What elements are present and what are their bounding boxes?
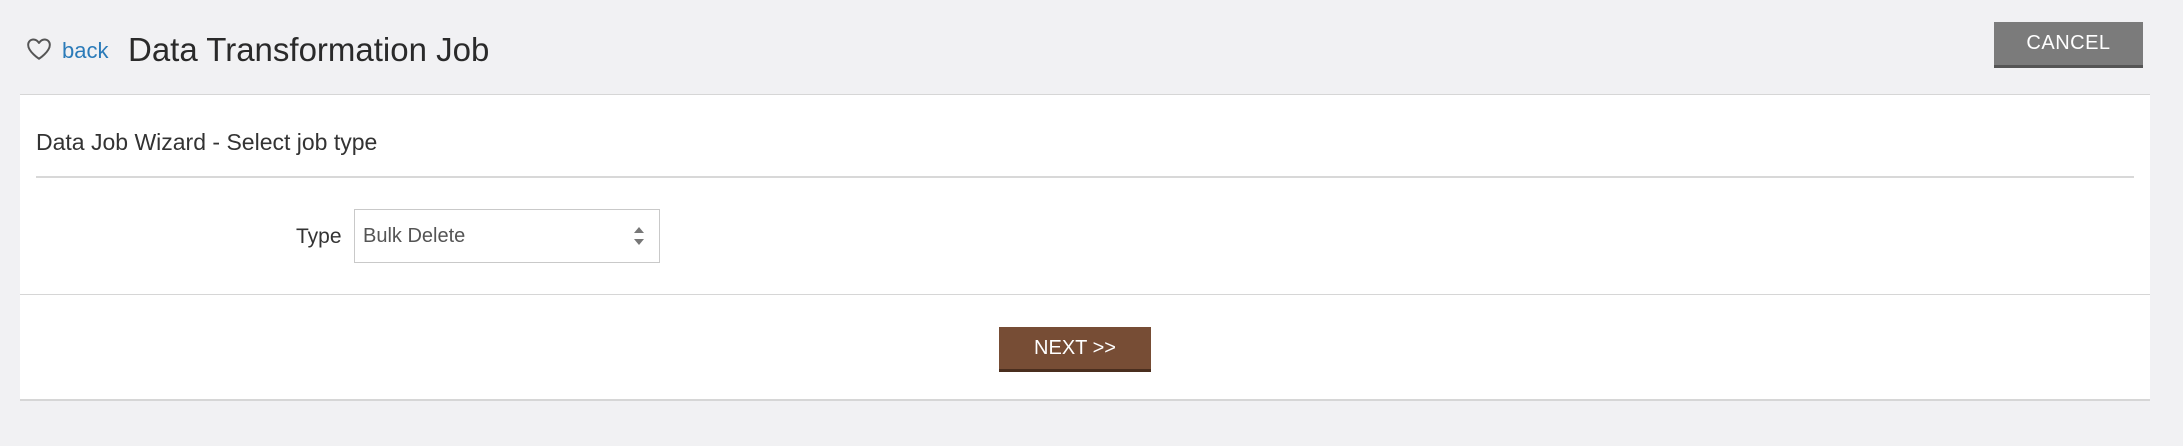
wizard-panel: Data Job Wizard - Select job type Type B… [20,94,2150,401]
next-button[interactable]: NEXT >> [999,327,1151,372]
divider [20,294,2150,295]
back-label[interactable]: back [62,38,108,64]
divider [36,176,2134,178]
cancel-button[interactable]: CANCEL [1994,22,2143,68]
page-title: Data Transformation Job [128,31,490,68]
page-header: back Data Transformation Job CANCEL [0,0,2183,94]
type-selected-value: Bulk Delete [363,225,466,247]
back-link[interactable]: back [26,36,108,66]
wizard-title: Data Job Wizard - Select job type [36,129,378,155]
heart-icon [26,37,52,66]
type-select[interactable]: Bulk Delete [354,209,660,263]
select-arrows-icon [634,227,644,245]
type-label: Type [296,225,342,248]
